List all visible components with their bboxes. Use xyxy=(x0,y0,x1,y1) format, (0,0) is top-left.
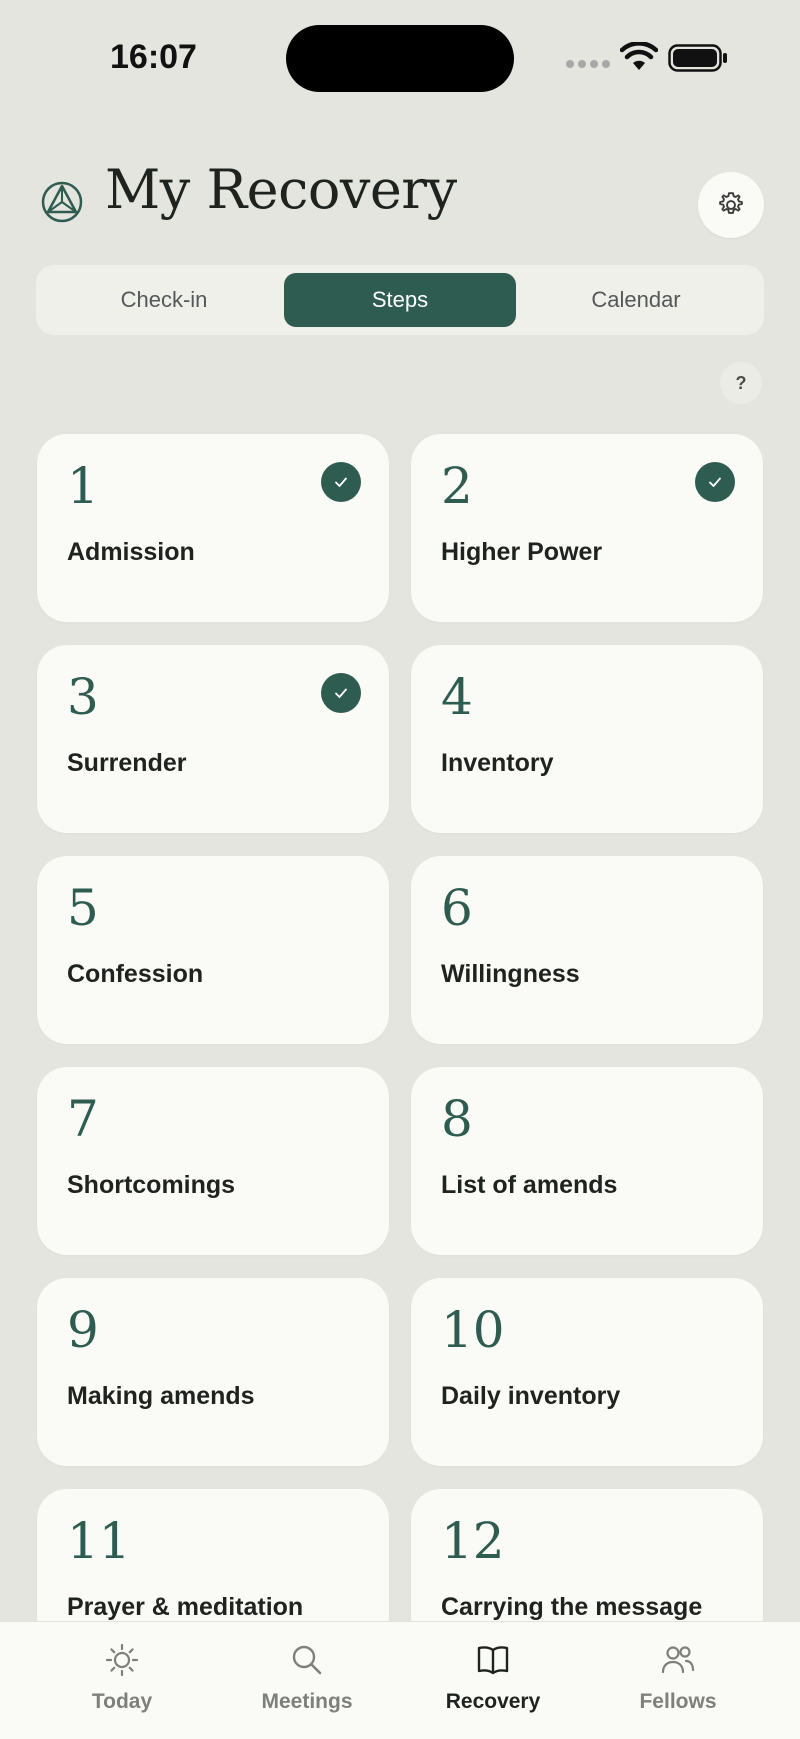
book-icon xyxy=(477,1646,509,1675)
tab-fellows[interactable]: Fellows xyxy=(585,1622,771,1739)
step-number: 9 xyxy=(67,1301,99,1359)
checkmark-icon xyxy=(321,462,361,502)
tab-recovery[interactable]: Recovery xyxy=(400,1622,586,1739)
step-label: Shortcomings xyxy=(67,1171,236,1199)
step-label: Making amends xyxy=(67,1382,255,1410)
checkmark-icon xyxy=(695,462,735,502)
tab-label: Meetings xyxy=(261,1690,353,1713)
step-number: 7 xyxy=(67,1090,99,1148)
step-number: 6 xyxy=(441,879,473,937)
tab-label: Fellows xyxy=(639,1690,717,1713)
step-label: Inventory xyxy=(441,749,554,777)
step-label: Higher Power xyxy=(441,538,603,566)
step-label: Admission xyxy=(67,538,195,566)
step-card-2[interactable]: 2 Higher Power xyxy=(411,434,763,622)
tab-meetings[interactable]: Meetings xyxy=(214,1622,400,1739)
step-number: 8 xyxy=(441,1090,473,1148)
step-card-1[interactable]: 1 Admission xyxy=(37,434,389,622)
step-label: Daily inventory xyxy=(441,1382,621,1410)
step-number: 5 xyxy=(67,879,99,937)
tab-label: Recovery xyxy=(445,1690,541,1713)
step-number: 1 xyxy=(67,457,99,515)
steps-grid: 1 Admission 2 Higher Power 3 Surrender 4 Invent… xyxy=(0,0,800,1738)
step-label: Confession xyxy=(67,960,204,988)
people-icon xyxy=(661,1646,695,1674)
step-card-6[interactable]: 6 Willingness xyxy=(411,856,763,1044)
checkmark-icon xyxy=(321,673,361,713)
step-number: 12 xyxy=(441,1512,505,1570)
step-number: 11 xyxy=(67,1512,131,1570)
bottom-tab-bar: Today Meetings Recovery Fellows xyxy=(0,1621,800,1739)
step-number: 4 xyxy=(441,668,473,726)
step-label: Prayer & meditation xyxy=(67,1593,304,1621)
step-label: Carrying the message xyxy=(441,1593,703,1621)
step-card-10[interactable]: 10 Daily inventory xyxy=(411,1278,763,1466)
step-card-5[interactable]: 5 Confession xyxy=(37,856,389,1044)
step-number: 3 xyxy=(67,668,99,726)
tab-today[interactable]: Today xyxy=(29,1622,215,1739)
step-card-3[interactable]: 3 Surrender xyxy=(37,645,389,833)
sun-icon xyxy=(105,1643,139,1677)
step-card-9[interactable]: 9 Making amends xyxy=(37,1278,389,1466)
step-card-4[interactable]: 4 Inventory xyxy=(411,645,763,833)
step-label: Willingness xyxy=(441,960,580,988)
step-label: List of amends xyxy=(441,1171,618,1199)
step-card-8[interactable]: 8 List of amends xyxy=(411,1067,763,1255)
step-number: 10 xyxy=(441,1301,505,1359)
tab-label: Today xyxy=(91,1690,153,1713)
step-card-7[interactable]: 7 Shortcomings xyxy=(37,1067,389,1255)
search-icon xyxy=(292,1645,322,1675)
step-label: Surrender xyxy=(67,749,187,777)
step-number: 2 xyxy=(441,457,473,515)
